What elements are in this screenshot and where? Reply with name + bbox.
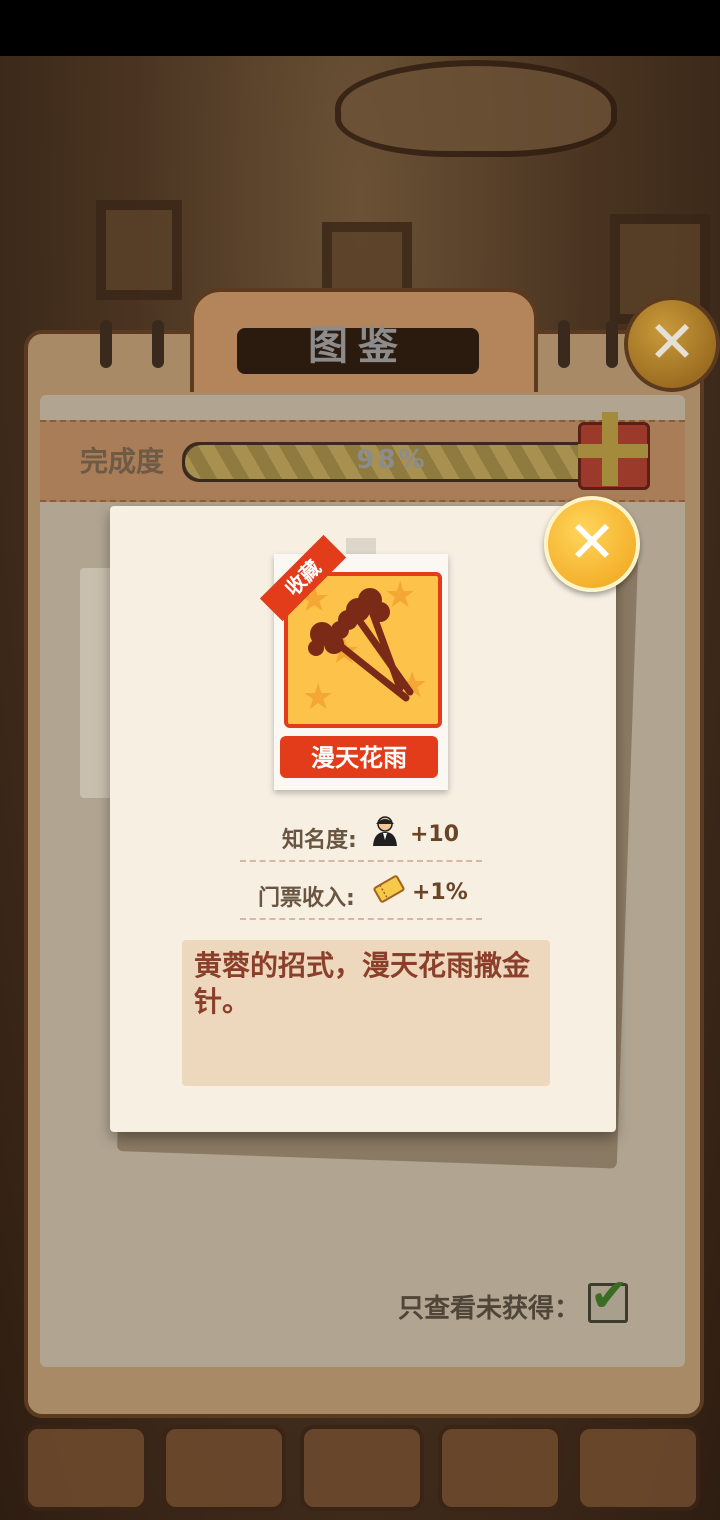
ceiling-lamp [335, 60, 617, 157]
fame-person-icon [373, 816, 397, 846]
binder-ring [152, 320, 164, 368]
binder-ring [558, 320, 570, 368]
bottom-menu-slot[interactable] [24, 1425, 148, 1511]
bottom-menu-slot[interactable] [576, 1425, 700, 1511]
bottom-menu-slot[interactable] [438, 1425, 562, 1511]
detail-close-button[interactable]: ✕ [544, 496, 640, 592]
background-window [96, 200, 182, 300]
bottom-menu-slot[interactable] [300, 1425, 424, 1511]
checkmark-icon[interactable]: ✔ [590, 1268, 629, 1322]
flower-needles-icon [308, 588, 414, 702]
binder-ring [606, 320, 618, 368]
codex-title: 图鉴 [308, 323, 408, 369]
stat-value-ticket: +1% [412, 880, 468, 905]
stat-label-fame: 知名度: [282, 828, 357, 853]
item-name-banner: 漫天花雨 [280, 736, 438, 778]
stat-label-ticket: 门票收入: [258, 886, 355, 911]
completion-percent: 98% [356, 445, 428, 475]
item-description: 黄蓉的招式，漫天花雨撒金针。 [194, 949, 531, 1018]
codex-close-button[interactable]: ✕ [624, 296, 720, 392]
ticket-icon [373, 875, 405, 903]
stat-value-fame: +10 [410, 822, 460, 847]
gift-ribbon [578, 444, 648, 458]
completion-label: 完成度 [80, 445, 165, 478]
filter-unobtained-label: 只查看未获得： [398, 1294, 581, 1324]
status-bar [0, 0, 720, 56]
binder-ring [100, 320, 112, 368]
bottom-menu-slot[interactable] [162, 1425, 286, 1511]
